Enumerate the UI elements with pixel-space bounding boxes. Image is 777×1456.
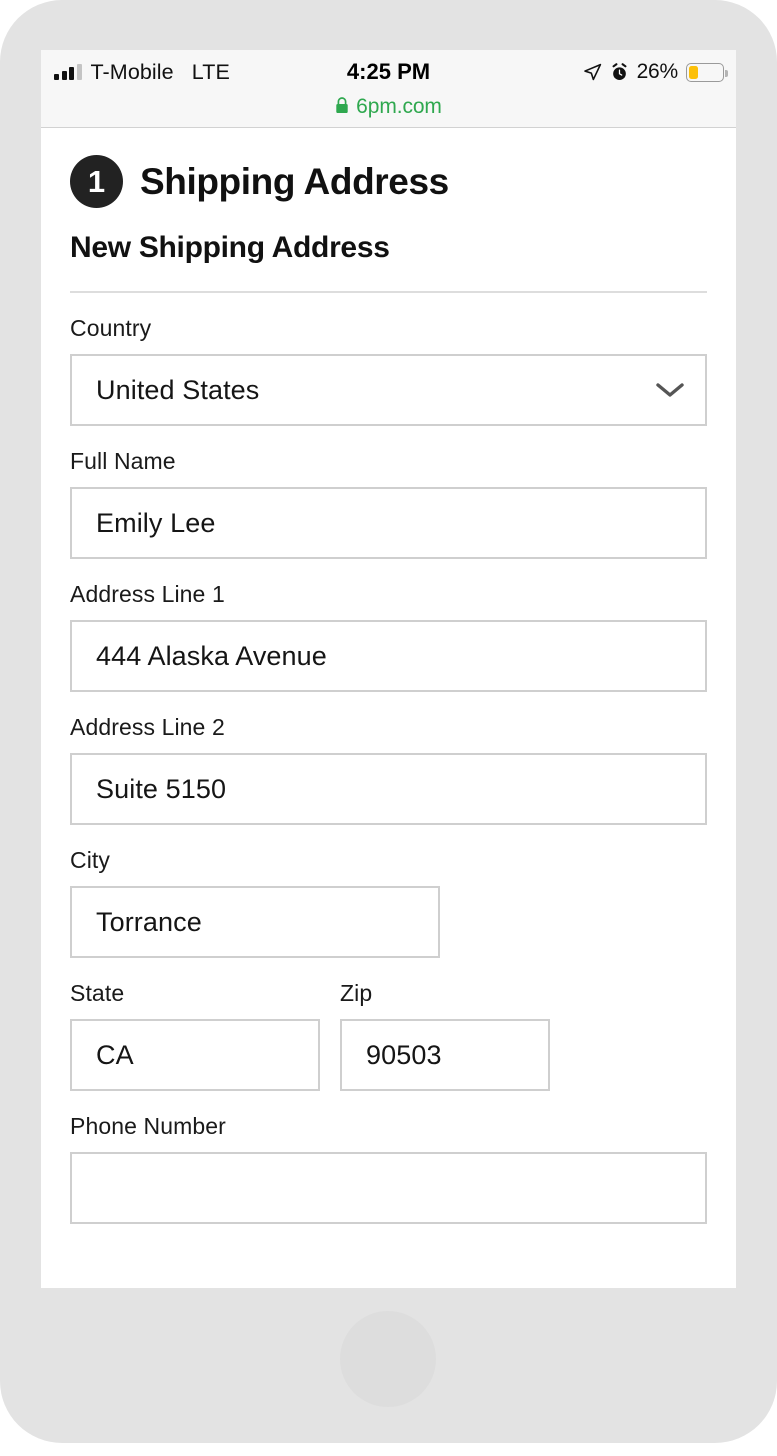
state-input[interactable]: CA bbox=[70, 1019, 320, 1091]
address-line-2-value: Suite 5150 bbox=[96, 773, 227, 804]
state-zip-row: State CA Zip 90503 bbox=[70, 980, 707, 1091]
chevron-down-icon bbox=[656, 383, 684, 397]
phone-number-input[interactable] bbox=[70, 1152, 707, 1224]
checkout-page-content: 1 Shipping Address New Shipping Address … bbox=[41, 128, 736, 1288]
site-domain-label: 6pm.com bbox=[356, 95, 442, 118]
field-group-city: City Torrance bbox=[70, 847, 707, 958]
address-line-1-input[interactable]: 444 Alaska Avenue bbox=[70, 620, 707, 692]
country-select-value: United States bbox=[96, 374, 260, 405]
home-button[interactable] bbox=[340, 1311, 436, 1407]
device-frame: T-Mobile LTE 4:25 PM 26% 6pm.com 1 Shipp… bbox=[0, 0, 777, 1456]
city-value: Torrance bbox=[96, 906, 202, 937]
alarm-clock-icon bbox=[612, 62, 627, 80]
field-group-full-name: Full Name Emily Lee bbox=[70, 448, 707, 559]
label-address-line-2: Address Line 2 bbox=[70, 714, 225, 740]
status-bar: T-Mobile LTE 4:25 PM 26% bbox=[41, 50, 736, 94]
label-address-line-1: Address Line 1 bbox=[70, 581, 225, 607]
label-city: City bbox=[70, 847, 111, 873]
battery-fill bbox=[689, 65, 698, 79]
field-group-address-line-2: Address Line 2 Suite 5150 bbox=[70, 714, 707, 825]
label-country: Country bbox=[70, 315, 152, 341]
field-group-phone-number: Phone Number bbox=[70, 1113, 707, 1224]
full-name-value: Emily Lee bbox=[96, 507, 216, 538]
header-divider bbox=[70, 291, 707, 293]
country-select[interactable]: United States bbox=[70, 354, 707, 426]
battery-percent-label: 26% bbox=[636, 60, 679, 83]
lock-icon bbox=[336, 97, 348, 113]
step-number-badge: 1 bbox=[70, 155, 123, 208]
label-zip: Zip bbox=[340, 980, 373, 1006]
state-value: CA bbox=[96, 1039, 134, 1070]
full-name-input[interactable]: Emily Lee bbox=[70, 487, 707, 559]
field-group-address-line-1: Address Line 1 444 Alaska Avenue bbox=[70, 581, 707, 692]
browser-url-bar[interactable]: 6pm.com bbox=[41, 94, 736, 128]
field-group-state: State CA bbox=[70, 980, 320, 1091]
address-line-1-value: 444 Alaska Avenue bbox=[96, 640, 327, 671]
battery-icon bbox=[686, 62, 728, 82]
label-full-name: Full Name bbox=[70, 448, 176, 474]
status-bar-right: 26% bbox=[583, 60, 728, 84]
field-group-country: Country United States bbox=[70, 315, 707, 426]
checkout-section-header: 1 Shipping Address bbox=[70, 128, 707, 208]
phone-screen: T-Mobile LTE 4:25 PM 26% 6pm.com 1 Shipp… bbox=[41, 50, 736, 1288]
city-input[interactable]: Torrance bbox=[70, 886, 440, 958]
zip-value: 90503 bbox=[366, 1039, 442, 1070]
location-arrow-icon bbox=[583, 63, 601, 80]
subsection-title: New Shipping Address bbox=[70, 231, 390, 264]
page-title: Shipping Address bbox=[140, 160, 449, 202]
address-line-2-input[interactable]: Suite 5150 bbox=[70, 753, 707, 825]
label-phone-number: Phone Number bbox=[70, 1113, 226, 1139]
label-state: State bbox=[70, 980, 125, 1006]
field-group-zip: Zip 90503 bbox=[340, 980, 550, 1091]
zip-input[interactable]: 90503 bbox=[340, 1019, 550, 1091]
